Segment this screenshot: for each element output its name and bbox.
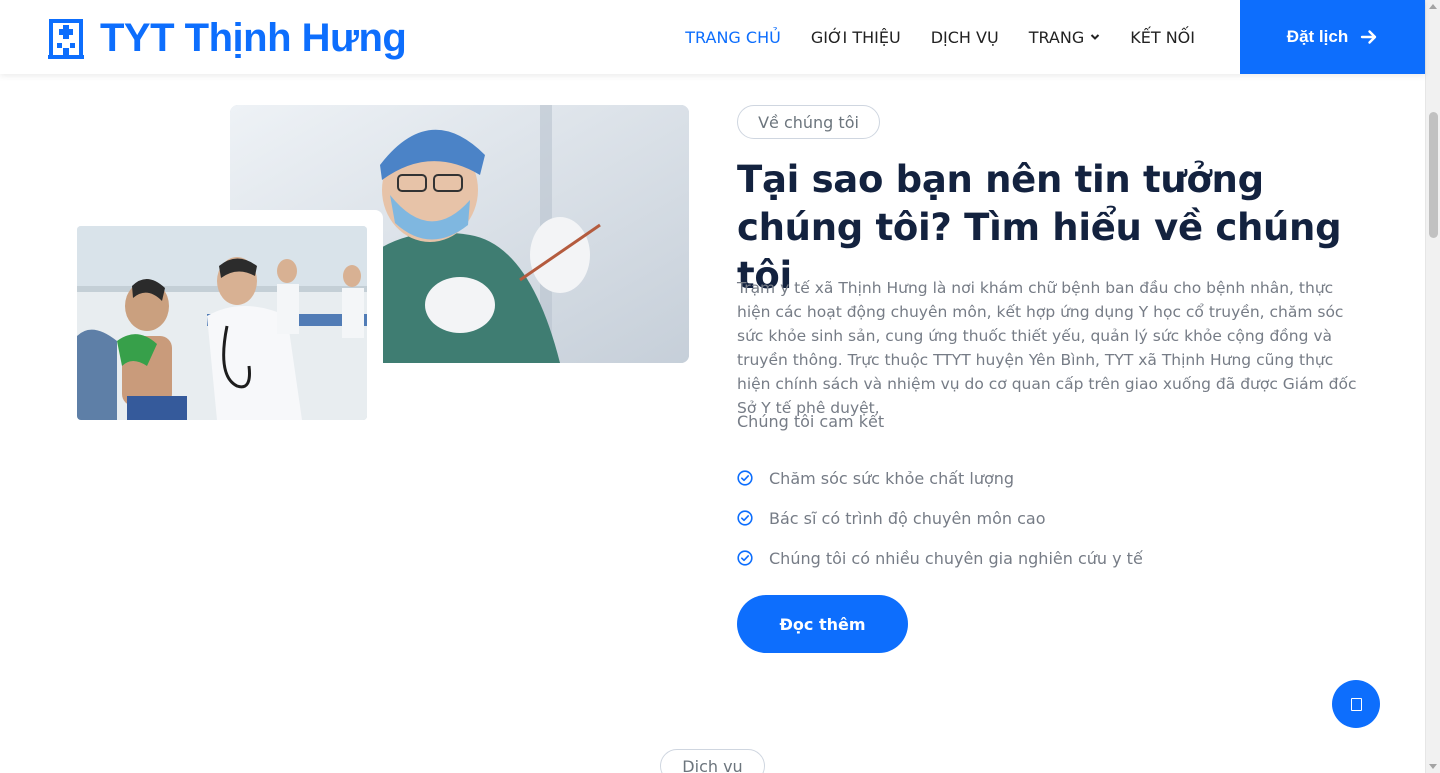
about-description: Trạm y tế xã Thịnh Hưng là nơi khám chữ … [737,279,1357,417]
commitment-list: Chăm sóc sức khỏe chất lượng Bác sĩ có t… [737,458,1143,578]
commitment-text: Chúng tôi có nhiều chuyên gia nghiên cứu… [769,548,1143,568]
services-tag: Dịch vụ [660,749,765,773]
nav-item-connect[interactable]: KẾT NỐI [1115,28,1210,47]
commitment-label: Chúng tôi cam kết [737,412,885,431]
nav-item-pages-dropdown[interactable]: TRANG [1014,28,1116,47]
check-circle-icon [737,550,753,566]
navbar: TYT Thịnh Hưng TRANG CHỦ GIỚI THIỆU DỊCH… [0,0,1425,74]
doctor-child-photo [77,226,367,420]
list-item: Chúng tôi có nhiều chuyên gia nghiên cứu… [737,538,1143,578]
brand-name: TYT Thịnh Hưng [100,16,407,60]
brand-link[interactable]: TYT Thịnh Hưng [48,14,407,62]
book-appointment-label: Đặt lịch [1286,27,1349,46]
list-item: Chăm sóc sức khỏe chất lượng [737,458,1143,498]
scroll-up-icon[interactable] [1429,4,1437,9]
book-appointment-button[interactable]: Đặt lịch [1240,0,1425,74]
nav-item-home[interactable]: TRANG CHỦ [670,28,796,47]
check-circle-icon [737,470,753,486]
page: TYT Thịnh Hưng TRANG CHỦ GIỚI THIỆU DỊCH… [0,0,1440,773]
about-tag: Về chúng tôi [737,105,880,139]
nav-item-label: KẾT NỐI [1130,27,1195,47]
nav-item-services[interactable]: DỊCH VỤ [916,28,1014,47]
main-nav: TRANG CHỦ GIỚI THIỆU DỊCH VỤ TRANG KẾT N… [670,0,1210,74]
nav-item-label: TRANG [1028,27,1085,47]
nav-item-label: GIỚI THIỆU [810,27,901,47]
check-circle-icon [737,510,753,526]
list-item: Bác sĩ có trình độ chuyên môn cao [737,498,1143,538]
doctor-child-illustration [77,226,367,420]
back-to-top-button[interactable] [1332,680,1380,728]
nav-item-about[interactable]: GIỚI THIỆU [796,28,916,47]
nav-item-label: TRANG CHỦ [685,27,781,47]
chevron-down-icon [1091,34,1100,40]
scroll-down-icon[interactable] [1429,764,1437,769]
read-more-button[interactable]: Đọc thêm [737,595,908,653]
arrow-right-icon [1361,30,1377,44]
commitment-text: Chăm sóc sức khỏe chất lượng [769,468,1015,488]
hospital-icon [48,19,84,59]
scrollbar-thumb[interactable] [1429,112,1438,238]
commitment-text: Bác sĩ có trình độ chuyên môn cao [769,508,1046,528]
page-scrollbar[interactable] [1425,0,1440,773]
nav-item-label: DỊCH VỤ [930,27,999,47]
placeholder-glyph-icon [1350,697,1362,711]
